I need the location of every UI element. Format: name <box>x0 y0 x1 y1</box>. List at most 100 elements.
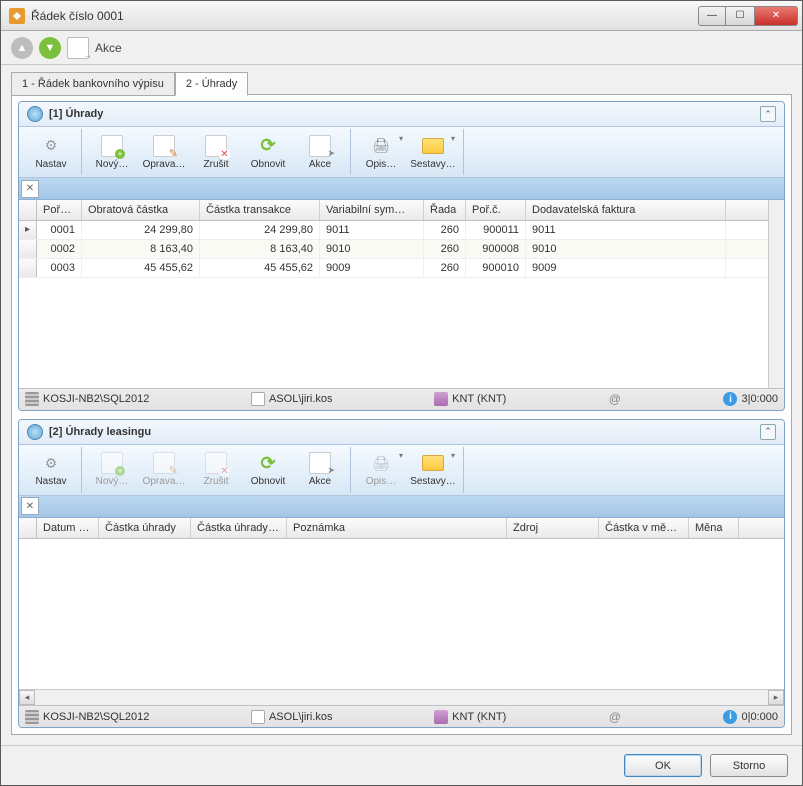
novy-button[interactable]: Nový… <box>86 129 138 175</box>
grid-body: ▸ 0001 24 299,80 24 299,80 9011 260 9000… <box>19 221 768 388</box>
col-poznamka[interactable]: Poznámka <box>287 518 507 538</box>
collapse-button[interactable]: ⌃ <box>760 424 776 440</box>
status-db: KNT (KNT) <box>452 393 506 405</box>
status-bar-uhrady: KOSJI-NB2\SQL2012 ASOL\jiri.kos KNT (KNT… <box>19 388 784 410</box>
zrusit-button[interactable]: Zrušit <box>190 129 242 175</box>
scroll-right-icon[interactable]: ▸ <box>768 690 784 705</box>
section-uhrady: [1] Úhrady ⌃ ⚙Nastav Nový… Oprava… Zruši… <box>18 101 785 411</box>
app-icon <box>9 8 25 24</box>
row-selector-icon[interactable]: ▸ <box>19 221 37 239</box>
status-count: 0|0:000 <box>741 711 778 723</box>
ribbon-bar: ▲ ▼ Akce <box>1 31 802 65</box>
tab-panel: [1] Úhrady ⌃ ⚙Nastav Nový… Oprava… Zruši… <box>11 94 792 735</box>
col-varsym[interactable]: Variabilní sym… <box>320 200 424 220</box>
status-user: ASOL\jiri.kos <box>269 393 333 405</box>
scroll-left-icon[interactable]: ◂ <box>19 690 35 705</box>
status-bar-leasingu: KOSJI-NB2\SQL2012 ASOL\jiri.kos KNT (KNT… <box>19 705 784 727</box>
status-count: 3|0:000 <box>741 393 778 405</box>
close-button[interactable]: ✕ <box>754 6 798 26</box>
status-server: KOSJI-NB2\SQL2012 <box>43 711 149 723</box>
grid-body <box>19 539 784 690</box>
col-obratova[interactable]: Obratová částka <box>82 200 200 220</box>
col-porc[interactable]: Poř.č. <box>466 200 526 220</box>
titlebar: Řádek číslo 0001 — ☐ ✕ <box>1 1 802 31</box>
world-icon <box>27 106 43 122</box>
status-server: KOSJI-NB2\SQL2012 <box>43 393 149 405</box>
col-mena[interactable]: Měna <box>689 518 739 538</box>
col-dodav[interactable]: Dodavatelská faktura <box>526 200 726 220</box>
server-icon <box>25 710 39 724</box>
db-icon <box>434 392 448 406</box>
window-title: Řádek číslo 0001 <box>31 9 698 23</box>
client-area: 1 - Řádek bankovního výpisu 2 - Úhrady [… <box>1 65 802 745</box>
col-castka[interactable]: Částka úhrady <box>99 518 191 538</box>
info-icon: i <box>723 710 737 724</box>
clear-filter-button[interactable]: ✕ <box>21 497 39 515</box>
at-icon: @ <box>608 710 622 724</box>
akce-button[interactable]: Akce <box>294 129 346 175</box>
table-row[interactable]: ▸ 0001 24 299,80 24 299,80 9011 260 9000… <box>19 221 768 240</box>
obnovit-button[interactable]: ⟳Obnovit <box>242 129 294 175</box>
col-mena-castka[interactable]: Částka v měně… <box>599 518 689 538</box>
clear-filter-button[interactable]: ✕ <box>21 180 39 198</box>
grid-leasingu: Datum v… Částka úhrady Částka úhrady … P… <box>19 518 784 706</box>
collapse-button[interactable]: ⌃ <box>760 106 776 122</box>
vertical-scrollbar[interactable] <box>768 200 784 388</box>
section-header-leasingu: [2] Úhrady leasingu ⌃ <box>19 420 784 445</box>
opis-button[interactable]: 🖨Opis…▾ <box>355 129 407 175</box>
window: Řádek číslo 0001 — ☐ ✕ ▲ ▼ Akce 1 - Řáde… <box>0 0 803 786</box>
section-leasingu: [2] Úhrady leasingu ⌃ ⚙Nastav Nový… Opra… <box>18 419 785 729</box>
tab-uhrady[interactable]: 2 - Úhrady <box>175 72 248 96</box>
toolbar-leasingu: ⚙Nastav Nový… Oprava… Zrušit ⟳Obnovit Ak… <box>19 445 784 496</box>
filter-bar: ✕ <box>19 178 784 200</box>
obnovit-button[interactable]: ⟳Obnovit <box>242 447 294 493</box>
sestavy-button[interactable]: Sestavy…▾ <box>407 129 459 175</box>
nastav-button[interactable]: ⚙Nastav <box>25 129 77 175</box>
zrusit-button[interactable]: Zrušit <box>190 447 242 493</box>
grid-header: Poř… Obratová částka Částka transakce Va… <box>19 200 768 221</box>
nav-down-icon[interactable]: ▼ <box>39 37 61 59</box>
section-title: [2] Úhrady leasingu <box>49 426 754 438</box>
nastav-button[interactable]: ⚙Nastav <box>25 447 77 493</box>
tab-strip: 1 - Řádek bankovního výpisu 2 - Úhrady <box>11 71 792 95</box>
world-icon <box>27 424 43 440</box>
status-user: ASOL\jiri.kos <box>269 711 333 723</box>
server-icon <box>25 392 39 406</box>
oprava-button[interactable]: Oprava… <box>138 447 190 493</box>
status-db: KNT (KNT) <box>452 711 506 723</box>
oprava-button[interactable]: Oprava… <box>138 129 190 175</box>
akce-button[interactable]: Akce <box>294 447 346 493</box>
nav-up-icon[interactable]: ▲ <box>11 37 33 59</box>
col-por[interactable]: Poř… <box>37 200 82 220</box>
grid-header: Datum v… Částka úhrady Částka úhrady … P… <box>19 518 784 539</box>
col-zdroj[interactable]: Zdroj <box>507 518 599 538</box>
ok-button[interactable]: OK <box>624 754 702 777</box>
col-transakce[interactable]: Částka transakce <box>200 200 320 220</box>
grid-uhrady: Poř… Obratová částka Částka transakce Va… <box>19 200 784 388</box>
filter-bar: ✕ <box>19 496 784 518</box>
tab-bank-row[interactable]: 1 - Řádek bankovního výpisu <box>11 72 175 96</box>
col-datum[interactable]: Datum v… <box>37 518 99 538</box>
minimize-button[interactable]: — <box>698 6 726 26</box>
paper-action-icon[interactable] <box>67 37 89 59</box>
col-rada[interactable]: Řada <box>424 200 466 220</box>
db-icon <box>434 710 448 724</box>
storno-button[interactable]: Storno <box>710 754 788 777</box>
maximize-button[interactable]: ☐ <box>726 6 754 26</box>
novy-button[interactable]: Nový… <box>86 447 138 493</box>
user-icon <box>251 710 265 724</box>
user-icon <box>251 392 265 406</box>
sestavy-button[interactable]: Sestavy…▾ <box>407 447 459 493</box>
opis-button[interactable]: 🖨Opis…▾ <box>355 447 407 493</box>
horizontal-scrollbar[interactable]: ◂ ▸ <box>19 689 784 705</box>
at-icon: @ <box>608 392 622 406</box>
table-row[interactable]: 0003 45 455,62 45 455,62 9009 260 900010… <box>19 259 768 278</box>
table-row[interactable]: 0002 8 163,40 8 163,40 9010 260 900008 9… <box>19 240 768 259</box>
toolbar-uhrady: ⚙Nastav Nový… Oprava… Zrušit ⟳Obnovit Ak… <box>19 127 784 178</box>
button-bar: OK Storno <box>1 745 802 785</box>
ribbon-action-label[interactable]: Akce <box>95 41 122 55</box>
section-header-uhrady: [1] Úhrady ⌃ <box>19 102 784 127</box>
section-title: [1] Úhrady <box>49 108 754 120</box>
col-castka2[interactable]: Částka úhrady … <box>191 518 287 538</box>
info-icon: i <box>723 392 737 406</box>
